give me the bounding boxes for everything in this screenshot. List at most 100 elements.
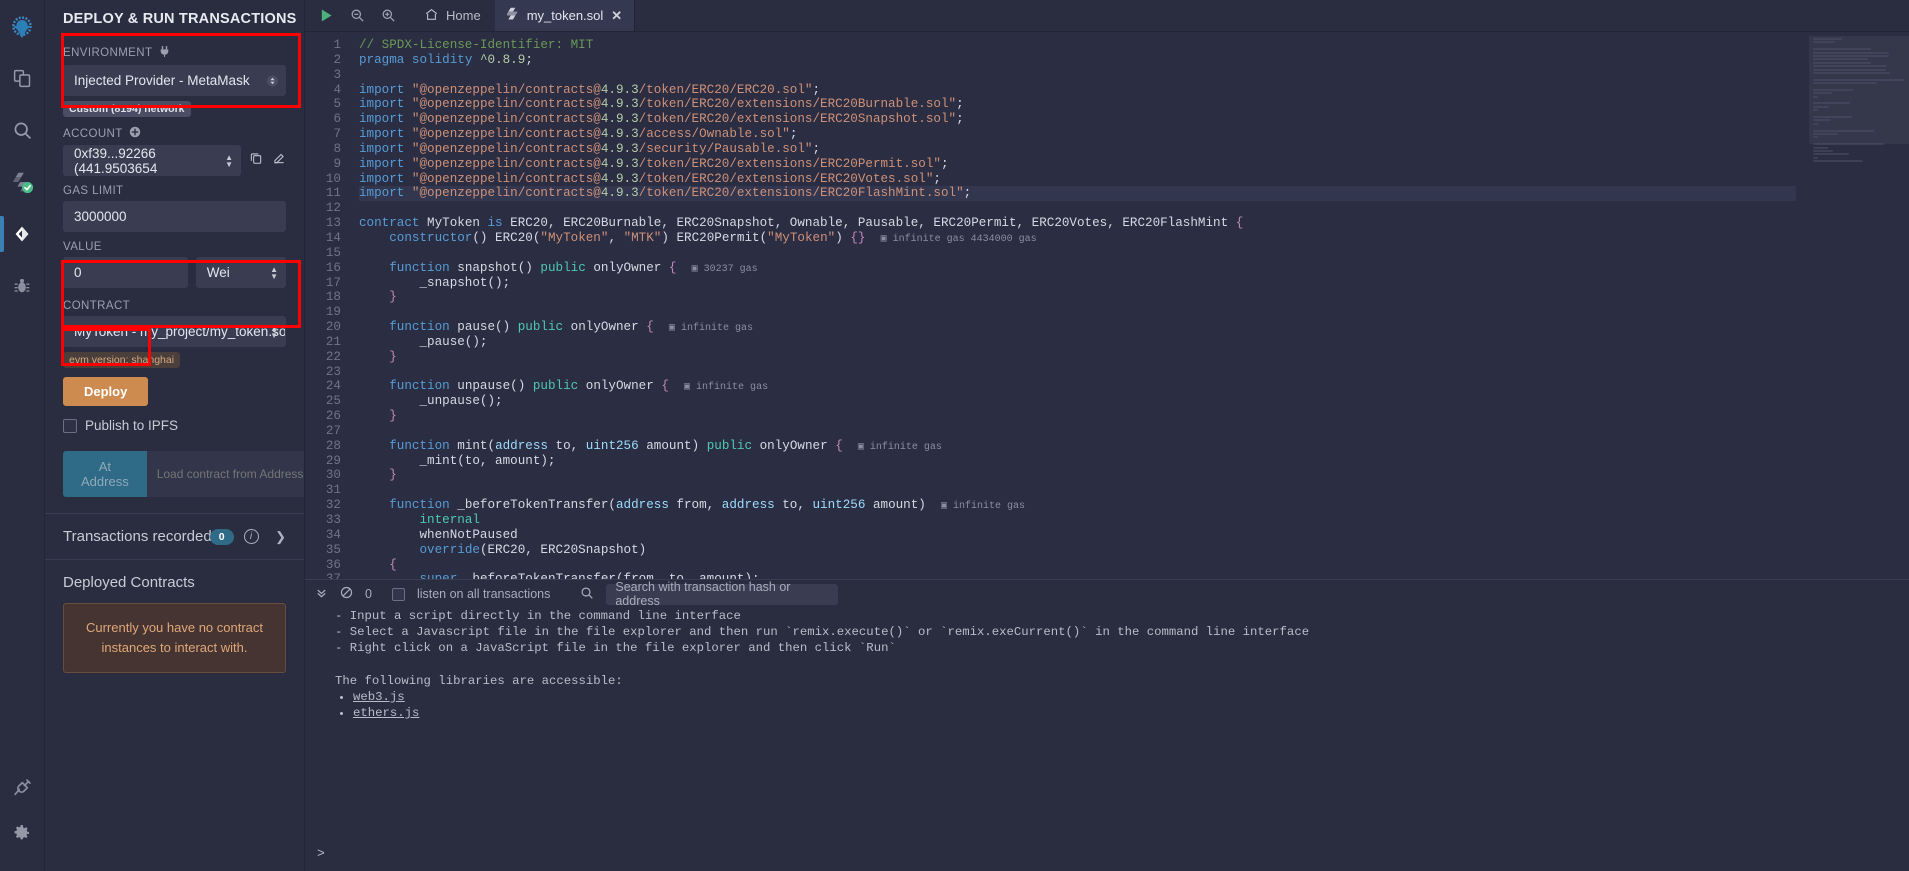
list-item[interactable]: web3.js <box>353 689 1899 705</box>
tab-my-token-sol[interactable]: my_token.sol ✕ <box>495 0 636 31</box>
zoom-in-icon[interactable] <box>381 8 396 23</box>
terminal-prompt[interactable]: > <box>305 840 1909 871</box>
code-line[interactable] <box>359 201 1796 216</box>
terminal-collapse-icon[interactable] <box>315 586 328 602</box>
contract-select[interactable]: MyToken - my_project/my_token.sol <box>63 316 286 347</box>
contract-label: CONTRACT <box>63 300 286 312</box>
code-line[interactable]: import "@openzeppelin/contracts@4.9.3/to… <box>359 83 1796 98</box>
list-item[interactable]: ethers.js <box>353 705 1899 721</box>
code-line[interactable] <box>359 305 1796 320</box>
line-number: 34 <box>305 528 341 543</box>
minimap-line <box>1813 109 1818 111</box>
search-icon[interactable] <box>0 104 45 156</box>
settings-icon[interactable] <box>0 813 45 853</box>
code-line[interactable]: } <box>359 468 1796 483</box>
edit-icon[interactable] <box>272 151 286 170</box>
value-unit-select[interactable]: Wei <box>196 257 286 288</box>
code-line[interactable]: contract MyToken is ERC20, ERC20Burnable… <box>359 216 1796 231</box>
code-line[interactable]: function snapshot() public onlyOwner { ▣… <box>359 261 1796 276</box>
line-number: 33 <box>305 513 341 528</box>
line-number: 31 <box>305 483 341 498</box>
code-line[interactable]: _pause(); <box>359 335 1796 350</box>
publish-ipfs-checkbox[interactable] <box>63 419 77 433</box>
code-line[interactable]: function pause() public onlyOwner { ▣ in… <box>359 320 1796 335</box>
code-line[interactable]: { <box>359 558 1796 573</box>
gas-limit-input[interactable] <box>63 201 286 232</box>
at-address-button[interactable]: At Address <box>63 451 147 497</box>
code-content[interactable]: // SPDX-License-Identifier: MITpragma so… <box>351 32 1796 579</box>
editor-minimap[interactable] <box>1809 32 1909 579</box>
account-select[interactable]: 0xf39...92266 (441.9503654 <box>63 145 241 176</box>
ethers-link[interactable]: ethers.js <box>353 706 419 720</box>
code-line[interactable]: import "@openzeppelin/contracts@4.9.3/to… <box>359 157 1796 172</box>
environment-select-wrap: Injected Provider - MetaMask <box>63 65 286 96</box>
at-address-input[interactable] <box>147 451 305 497</box>
code-line[interactable] <box>359 365 1796 380</box>
code-line[interactable]: import "@openzeppelin/contracts@4.9.3/se… <box>359 142 1796 157</box>
network-badge: Custom (8194) network <box>63 101 191 117</box>
info-icon[interactable]: i <box>244 529 259 544</box>
code-line[interactable] <box>359 424 1796 439</box>
line-number: 11 <box>305 186 341 201</box>
code-line[interactable]: _snapshot(); <box>359 276 1796 291</box>
environment-select[interactable]: Injected Provider - MetaMask <box>63 65 286 96</box>
code-line[interactable]: } <box>359 409 1796 424</box>
code-line[interactable] <box>359 246 1796 261</box>
code-line[interactable]: function mint(address to, uint256 amount… <box>359 439 1796 454</box>
line-number: 32 <box>305 498 341 513</box>
code-line[interactable] <box>359 68 1796 83</box>
solidity-compiler-icon[interactable] <box>0 156 45 208</box>
code-line[interactable] <box>359 483 1796 498</box>
code-line[interactable]: super._beforeTokenTransfer(from, to, amo… <box>359 572 1796 579</box>
code-editor[interactable]: 1234567891011121314151617181920212223242… <box>305 32 1796 579</box>
zoom-out-icon[interactable] <box>350 8 365 23</box>
minimap-line <box>1813 62 1871 64</box>
code-line[interactable]: import "@openzeppelin/contracts@4.9.3/to… <box>359 186 1796 201</box>
minimap-line <box>1813 72 1890 74</box>
editor-toolbar: Home my_token.sol ✕ <box>305 0 1909 32</box>
line-number: 12 <box>305 201 341 216</box>
code-line[interactable]: whenNotPaused <box>359 528 1796 543</box>
clear-console-icon[interactable] <box>340 586 353 602</box>
copy-icon[interactable] <box>249 151 263 170</box>
transactions-recorded-row[interactable]: Transactions recorded 0 i ❯ <box>63 514 286 559</box>
editor-scrollbar[interactable] <box>1796 32 1809 579</box>
code-line[interactable]: } <box>359 290 1796 305</box>
code-line[interactable]: import "@openzeppelin/contracts@4.9.3/to… <box>359 172 1796 187</box>
code-line[interactable]: // SPDX-License-Identifier: MIT <box>359 38 1796 53</box>
chevron-right-icon[interactable]: ❯ <box>275 529 286 545</box>
publish-ipfs-row[interactable]: Publish to IPFS <box>63 418 286 433</box>
value-input[interactable] <box>63 257 188 288</box>
code-line[interactable]: _mint(to, amount); <box>359 454 1796 469</box>
solidity-file-icon <box>507 7 519 24</box>
search-icon[interactable] <box>580 586 594 603</box>
deploy-button[interactable]: Deploy <box>63 377 148 406</box>
code-line[interactable]: import "@openzeppelin/contracts@4.9.3/to… <box>359 112 1796 127</box>
code-line[interactable]: } <box>359 350 1796 365</box>
terminal-search-input[interactable]: Search with transaction hash or address <box>606 584 838 605</box>
plugin-manager-icon[interactable] <box>0 761 45 813</box>
code-line[interactable]: function _beforeTokenTransfer(address fr… <box>359 498 1796 513</box>
code-line[interactable]: import "@openzeppelin/contracts@4.9.3/to… <box>359 97 1796 112</box>
code-line[interactable]: internal <box>359 513 1796 528</box>
code-line[interactable]: pragma solidity ^0.8.9; <box>359 53 1796 68</box>
minimap-line <box>1813 65 1887 67</box>
listen-all-transactions-checkbox[interactable] <box>392 588 405 601</box>
web3-link[interactable]: web3.js <box>353 690 405 704</box>
remix-logo-icon[interactable] <box>0 6 45 52</box>
tab-home[interactable]: Home <box>410 0 495 31</box>
libraries-header: The following libraries are accessible: <box>335 673 1899 689</box>
code-line[interactable]: _unpause(); <box>359 394 1796 409</box>
close-icon[interactable]: ✕ <box>611 8 622 24</box>
code-line[interactable]: import "@openzeppelin/contracts@4.9.3/ac… <box>359 127 1796 142</box>
code-line[interactable]: constructor() ERC20("MyToken", "MTK") ER… <box>359 231 1796 246</box>
line-number: 35 <box>305 543 341 558</box>
deploy-run-icon[interactable] <box>0 208 45 260</box>
minimap-line <box>1813 116 1852 118</box>
file-explorer-icon[interactable] <box>0 52 45 104</box>
code-line[interactable]: function unpause() public onlyOwner { ▣ … <box>359 379 1796 394</box>
run-icon[interactable] <box>319 8 334 23</box>
debugger-icon[interactable] <box>0 260 45 312</box>
plus-circle-icon[interactable] <box>129 126 141 141</box>
code-line[interactable]: override(ERC20, ERC20Snapshot) <box>359 543 1796 558</box>
